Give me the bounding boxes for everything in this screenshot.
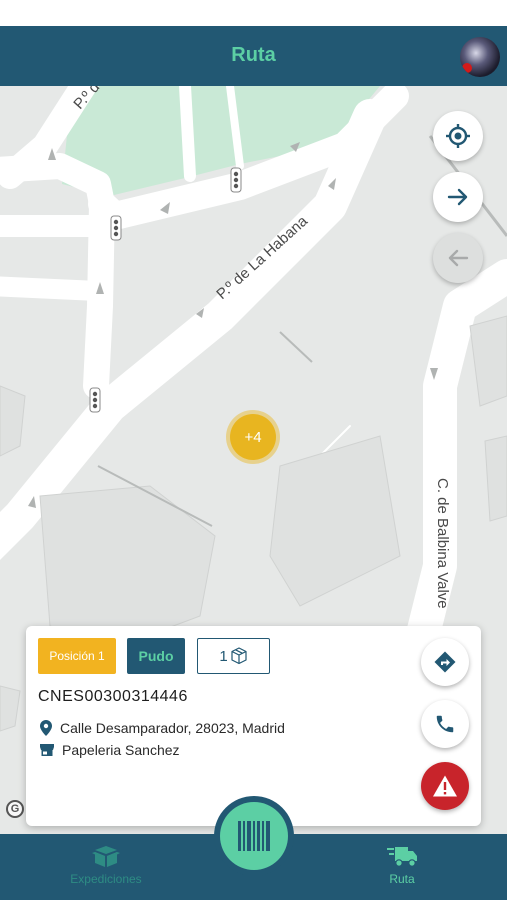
stops-cluster-marker[interactable]: +4 (230, 414, 276, 460)
warning-icon (433, 775, 457, 797)
address-text: Calle Desamparador, 28023, Madrid (60, 720, 285, 736)
truck-icon (387, 847, 417, 867)
location-pin-icon (40, 720, 52, 736)
notification-dot (462, 63, 472, 73)
call-button[interactable] (421, 700, 469, 748)
barcode-icon (238, 821, 270, 851)
directions-icon (434, 651, 456, 673)
street-label-balbina: C. de Balbina Valve (434, 478, 451, 609)
phone-icon (436, 715, 454, 733)
packages-badge[interactable]: 1 (197, 638, 270, 674)
google-logo-icon: G (6, 800, 24, 818)
arrow-left-icon (448, 249, 469, 267)
scan-barcode-button[interactable] (220, 802, 288, 870)
store-icon (40, 744, 54, 756)
package-icon (92, 846, 120, 867)
crosshair-icon (446, 124, 470, 148)
address-row: Calle Desamparador, 28023, Madrid (40, 720, 285, 736)
shop-name-text: Papeleria Sanchez (62, 742, 180, 758)
navigate-button[interactable] (421, 638, 469, 686)
nav-label-ruta: Ruta (389, 872, 415, 886)
screen: Ruta P.º de La Habana C. de Balbina Valv… (0, 0, 507, 900)
app-header: Ruta (0, 26, 507, 86)
status-bar (0, 0, 507, 26)
nav-item-expediciones[interactable]: Expediciones (60, 844, 152, 886)
packages-count: 1 (219, 647, 228, 665)
shop-row: Papeleria Sanchez (40, 742, 180, 758)
nav-label-expediciones: Expediciones (70, 872, 142, 886)
next-stop-button[interactable] (433, 172, 483, 222)
tracking-code: CNES00300314446 (38, 688, 188, 705)
locate-button[interactable] (433, 111, 483, 161)
arrow-right-icon (447, 188, 468, 206)
report-incident-button[interactable] (421, 762, 469, 810)
nav-item-ruta[interactable]: Ruta (372, 844, 432, 886)
previous-stop-button[interactable] (433, 233, 483, 283)
avatar[interactable] (460, 37, 500, 77)
position-badge: Posición 1 (38, 638, 116, 674)
pudo-badge: Pudo (127, 638, 185, 674)
box-icon (231, 647, 247, 665)
page-title: Ruta (231, 44, 276, 66)
